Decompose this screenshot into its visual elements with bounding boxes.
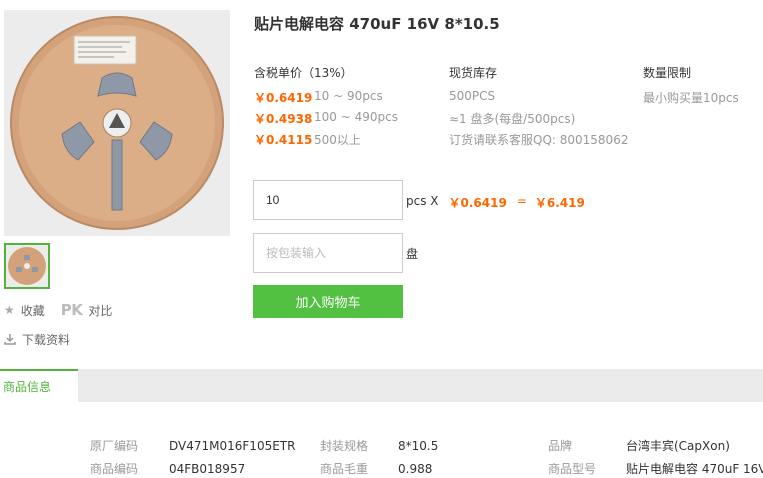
- star-icon[interactable]: ★: [4, 303, 15, 317]
- spec-label: 封装规格: [320, 439, 369, 453]
- price-header: 含税单价（13%）: [254, 66, 353, 80]
- compare-link[interactable]: 对比: [88, 302, 112, 319]
- product-thumbnail[interactable]: [4, 243, 50, 289]
- download-row[interactable]: 下载资料: [4, 331, 70, 347]
- add-to-cart-button[interactable]: 加入购物车: [253, 285, 403, 318]
- price-tier-3: ￥0.4115 500以上: [254, 131, 361, 148]
- stock-header: 现货库存: [449, 66, 498, 80]
- tab-product-info[interactable]: 商品信息: [0, 369, 78, 402]
- spec-label: 原厂编码: [90, 439, 139, 453]
- download-link[interactable]: 下载资料: [22, 331, 70, 348]
- thumbnail-image: [6, 245, 48, 287]
- spec-value: 8*10.5: [398, 439, 439, 453]
- qty-unit: pcs X: [406, 194, 439, 208]
- favorite-compare-row: ★ 收藏 PK 对比: [4, 301, 112, 319]
- calc-unit-price: ￥0.6419: [448, 196, 507, 210]
- spec-label: 商品型号: [548, 462, 597, 476]
- tier-range: 500以上: [314, 133, 361, 147]
- tier-price: ￥0.4115: [254, 133, 313, 147]
- stock-contact: 订货请联系客服QQ: 800158062: [449, 133, 629, 147]
- price-tier-1: ￥0.6419 10 ~ 90pcs: [254, 89, 383, 106]
- quantity-input[interactable]: [253, 180, 403, 220]
- product-main-image: [4, 10, 230, 236]
- tier-price: ￥0.4938: [254, 112, 313, 126]
- spec-value: 0.988: [398, 462, 433, 476]
- spec-value: 04FB018957: [169, 462, 246, 476]
- tier-range: 100 ~ 490pcs: [314, 110, 398, 124]
- spec-label: 商品编码: [90, 462, 139, 476]
- pk-icon[interactable]: PK: [61, 301, 83, 319]
- spec-mfr-code: 原厂编码 DV471M016F105ETR: [90, 437, 295, 454]
- spec-weight: 商品毛重 0.988: [320, 460, 432, 477]
- tier-price: ￥0.6419: [254, 91, 313, 105]
- spec-label: 品牌: [548, 439, 573, 453]
- limit-text: 最小购买量10pcs: [643, 91, 739, 105]
- pack-quantity-input[interactable]: [253, 233, 403, 273]
- spec-model: 商品型号 贴片电解电容 470uF 16V: [548, 460, 763, 477]
- spec-sku: 商品编码 04FB018957: [90, 460, 245, 477]
- spec-value: 贴片电解电容 470uF 16V: [626, 462, 763, 476]
- limit-header: 数量限制: [643, 66, 692, 80]
- detail-tab-bar: 商品信息: [0, 369, 763, 402]
- spec-package: 封装规格 8*10.5: [320, 437, 438, 454]
- spec-label: 商品毛重: [320, 462, 369, 476]
- tier-range: 10 ~ 90pcs: [314, 89, 383, 103]
- pack-unit: 盘: [406, 247, 419, 261]
- download-icon: [4, 334, 16, 345]
- price-tier-2: ￥0.4938 100 ~ 490pcs: [254, 110, 398, 127]
- spec-brand: 品牌 台湾丰宾(CapXon): [548, 437, 730, 454]
- favorite-link[interactable]: 收藏: [21, 302, 45, 319]
- equals-sign: =: [516, 194, 527, 208]
- price-calculation: pcs X ￥0.6419 = ￥6.419: [406, 194, 585, 211]
- reel-illustration: [4, 10, 230, 236]
- stock-qty: 500PCS: [449, 89, 496, 103]
- stock-reel: ≈1 盘多(每盘/500pcs): [449, 112, 576, 126]
- spec-value: DV471M016F105ETR: [169, 439, 296, 453]
- product-title: 贴片电解电容 470uF 16V 8*10.5: [254, 15, 500, 33]
- spec-value: 台湾丰宾(CapXon): [626, 439, 730, 453]
- calc-total: ￥6.419: [534, 196, 585, 210]
